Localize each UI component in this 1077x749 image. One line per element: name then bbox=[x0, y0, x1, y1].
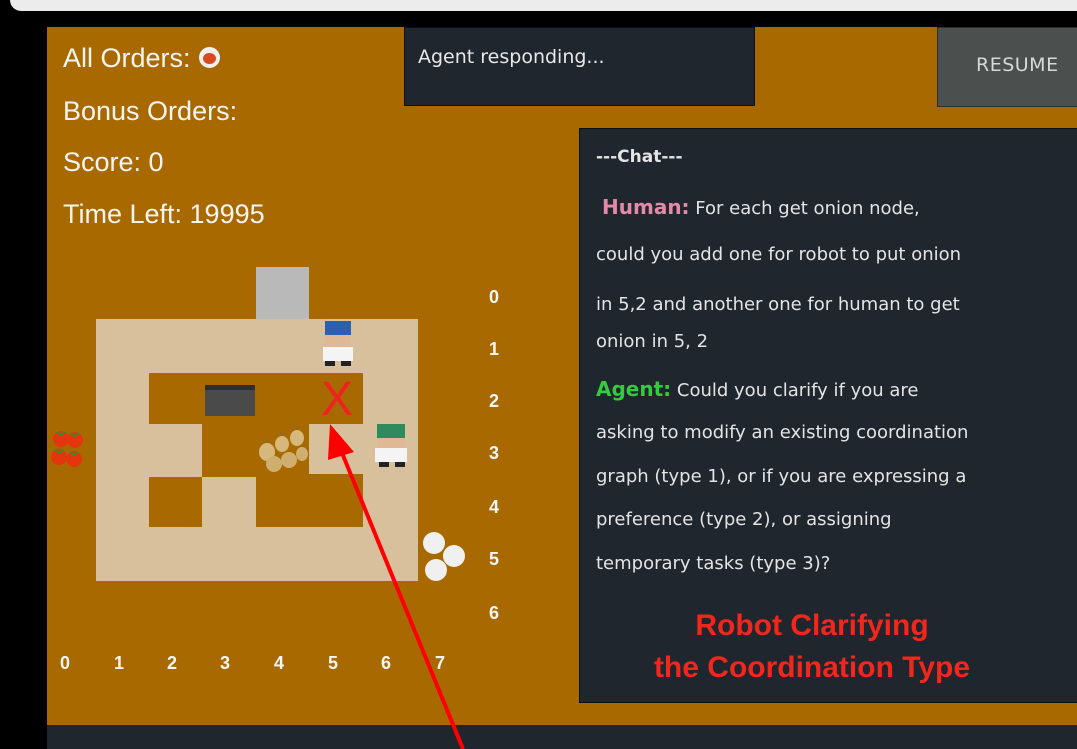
counter-inner-2 bbox=[202, 477, 256, 527]
row-label-6: 6 bbox=[489, 603, 500, 623]
agent-speaker-label: Agent: bbox=[596, 377, 672, 401]
tomato-soup-icon bbox=[198, 47, 220, 68]
row-label-5: 5 bbox=[489, 549, 500, 569]
counter-inner-3 bbox=[309, 424, 363, 474]
chef-robot-icon bbox=[323, 321, 353, 366]
col-label-6: 6 bbox=[381, 653, 392, 673]
col-label-1: 1 bbox=[114, 653, 125, 673]
col-label-4: 4 bbox=[274, 653, 285, 673]
status-text: Agent responding... bbox=[418, 46, 605, 68]
chat-panel[interactable]: ---Chat--- Human: For each get onion nod… bbox=[579, 128, 1077, 703]
cooking-pot bbox=[205, 385, 255, 416]
onion-pile-icon bbox=[259, 426, 308, 472]
status-box: Agent responding... bbox=[404, 27, 755, 106]
agent-text-5: temporary tasks (type 3)? bbox=[596, 553, 831, 574]
row-label-3: 3 bbox=[489, 443, 500, 463]
human-text-1: For each get onion node, bbox=[695, 198, 920, 219]
time-left-label: Time Left: 19995 bbox=[63, 199, 265, 229]
row-label-2: 2 bbox=[489, 391, 500, 411]
resume-button[interactable]: RESUME bbox=[937, 27, 1077, 107]
human-text-3: in 5,2 and another one for human to get bbox=[596, 294, 960, 315]
chat-human-message-line-1: Human: For each get onion node, bbox=[602, 195, 920, 219]
row-label-4: 4 bbox=[489, 497, 500, 517]
human-text-4: onion in 5, 2 bbox=[596, 331, 709, 352]
col-label-0: 0 bbox=[60, 653, 71, 673]
counter-bottom-row bbox=[96, 527, 418, 581]
target-x-marker: X bbox=[320, 373, 353, 426]
bottom-bar bbox=[47, 725, 1077, 749]
agent-text-3: graph (type 1), or if you are expressing… bbox=[596, 466, 967, 487]
col-label-3: 3 bbox=[220, 653, 231, 673]
game-area: All Orders: Bonus Orders: Score: 0 Time … bbox=[47, 27, 1077, 725]
bonus-orders-label: Bonus Orders: bbox=[63, 96, 238, 126]
chat-agent-message-line-1: Agent: Could you clarify if you are bbox=[596, 377, 919, 401]
top-bar bbox=[10, 0, 1077, 11]
agent-text-2: asking to modify an existing coordinatio… bbox=[596, 422, 969, 443]
caption-line-2: the Coordination Type bbox=[653, 651, 971, 684]
agent-text-4: preference (type 2), or assigning bbox=[596, 509, 892, 530]
col-label-7: 7 bbox=[435, 653, 446, 673]
tomato-pile-icon bbox=[51, 431, 83, 467]
human-text-2: could you add one for robot to put onion bbox=[596, 244, 962, 265]
all-orders-row: All Orders: bbox=[63, 43, 220, 74]
col-label-5: 5 bbox=[328, 653, 339, 673]
counter-inner-1 bbox=[149, 424, 202, 477]
col-label-2: 2 bbox=[167, 653, 178, 673]
caption-line-1: Robot Clarifying bbox=[695, 609, 929, 642]
all-orders-label: All Orders: bbox=[63, 43, 191, 73]
screen-frame: All Orders: Bonus Orders: Score: 0 Time … bbox=[0, 0, 1077, 749]
plates-icon bbox=[423, 532, 465, 581]
counter-row-1 bbox=[96, 319, 418, 373]
row-label-1: 1 bbox=[489, 339, 500, 359]
row-label-0: 0 bbox=[489, 287, 500, 307]
agent-text-1: Could you clarify if you are bbox=[676, 380, 919, 401]
chef-human-icon bbox=[375, 424, 407, 467]
chat-title: ---Chat--- bbox=[596, 147, 683, 167]
serving-window bbox=[256, 267, 309, 319]
score-label: Score: 0 bbox=[63, 147, 164, 177]
human-speaker-label: Human: bbox=[602, 195, 690, 219]
